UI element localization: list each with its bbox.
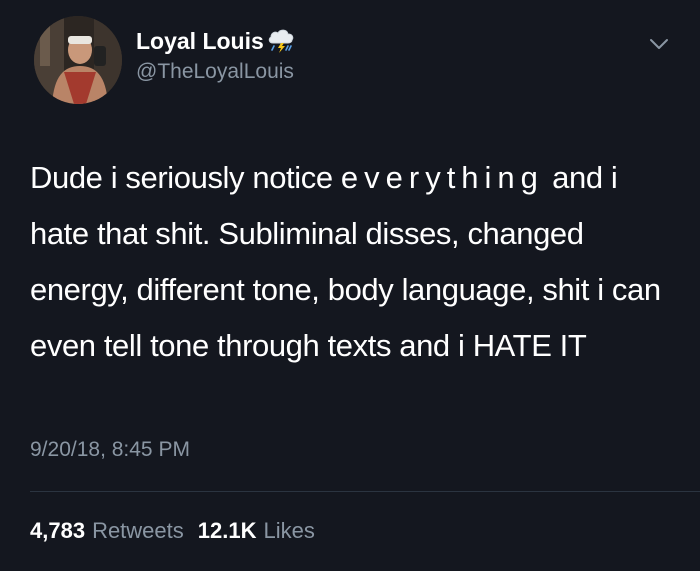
display-name[interactable]: Loyal Louis xyxy=(136,28,264,55)
chevron-down-icon[interactable] xyxy=(648,36,670,52)
cloud-with-lightning-and-rain-icon xyxy=(266,27,296,55)
retweets-stat[interactable]: 4,783 Retweets xyxy=(30,518,184,544)
tweet-timestamp[interactable]: 9/20/18, 8:45 PM xyxy=(30,438,190,462)
user-handle[interactable]: @TheLoyalLouis xyxy=(136,60,296,84)
tweet-author: Loyal Louis @TheLoyalLouis xyxy=(136,26,296,84)
likes-stat[interactable]: 12.1K Likes xyxy=(198,518,315,544)
tweet-text: Dude i seriously notice everything and i… xyxy=(30,150,670,374)
avatar[interactable] xyxy=(34,16,122,104)
likes-label: Likes xyxy=(263,518,315,543)
likes-count: 12.1K xyxy=(197,518,257,543)
tweet-text-spaced-word: everything xyxy=(340,160,544,195)
tweet-stats: 4,783 Retweets 12.1K Likes xyxy=(30,518,329,544)
tweet-text-start: Dude i seriously notice xyxy=(30,160,341,195)
retweets-label: Retweets xyxy=(92,518,184,543)
divider xyxy=(30,491,700,492)
name-row: Loyal Louis xyxy=(136,26,296,56)
tweet-card: Loyal Louis @TheLoyalLouis Dude i seriou… xyxy=(0,0,700,571)
retweets-count: 4,783 xyxy=(30,518,86,543)
avatar-photo xyxy=(34,16,122,104)
